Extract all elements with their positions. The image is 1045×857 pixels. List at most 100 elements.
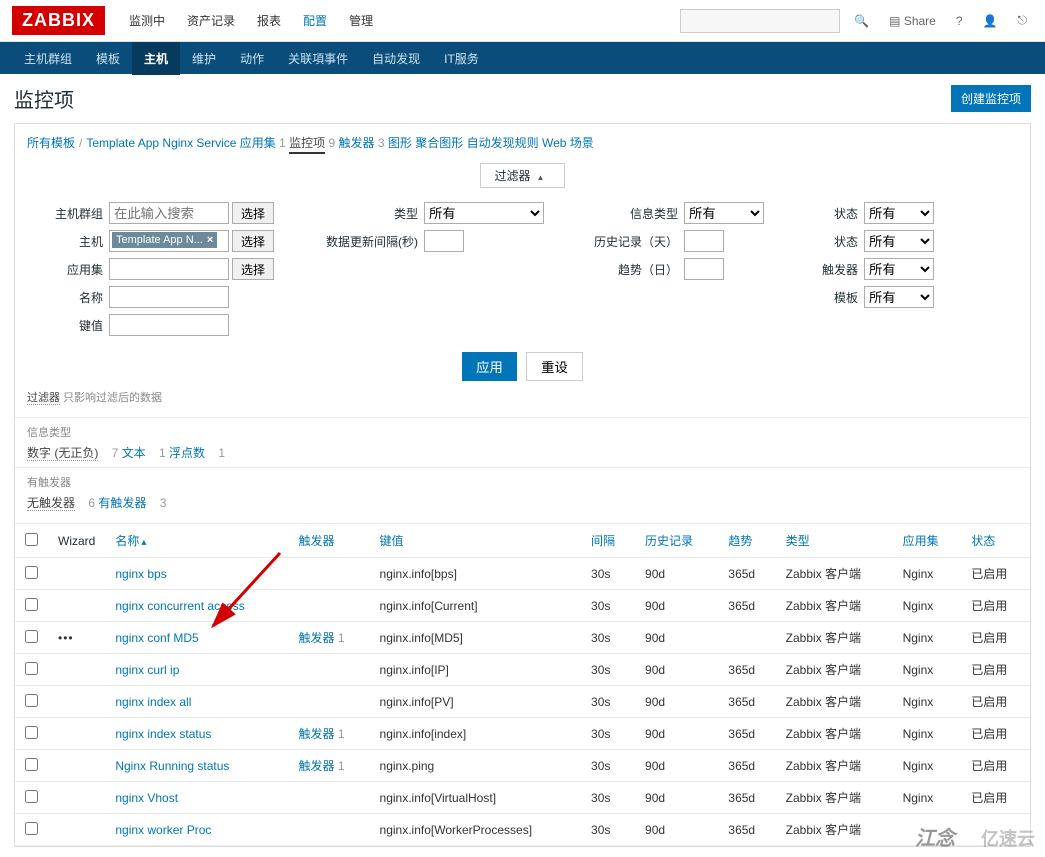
key-input[interactable] — [109, 314, 229, 336]
breadcrumb-6[interactable]: 聚合图形 — [415, 136, 463, 150]
row-select[interactable] — [25, 630, 38, 643]
interval-input[interactable] — [424, 230, 464, 252]
trigger-link[interactable]: 触发器 — [299, 727, 335, 741]
col-4[interactable]: 间隔 — [581, 524, 635, 558]
logout-icon[interactable]: ⎋ — [1012, 9, 1034, 32]
triggers-select[interactable]: 所有 — [864, 258, 934, 280]
col-9[interactable]: 状态 — [961, 524, 1030, 558]
topnav-4[interactable]: 管理 — [339, 6, 383, 35]
hostgroup-select[interactable]: 选择 — [232, 202, 274, 224]
subnav-3[interactable]: 维护 — [180, 42, 228, 75]
row-select[interactable] — [25, 790, 38, 803]
cell-appset: Nginx — [893, 782, 962, 814]
row-select[interactable] — [25, 694, 38, 707]
hostgroup-input[interactable] — [109, 202, 229, 224]
item-name-link[interactable]: nginx worker Proc — [105, 814, 288, 846]
host-tag-remove[interactable]: × — [207, 234, 213, 246]
status-link[interactable]: 已启用 — [961, 558, 1030, 590]
trend-input[interactable] — [684, 258, 724, 280]
appset-input[interactable] — [109, 258, 229, 280]
breadcrumb-7[interactable]: 自动发现规则 — [467, 136, 539, 150]
history-input[interactable] — [684, 230, 724, 252]
apply-button[interactable]: 应用 — [462, 352, 517, 381]
item-name-link[interactable]: Nginx Running status — [105, 750, 288, 782]
sub1items-link-0[interactable]: 数字 (无正负) — [27, 446, 98, 461]
reset-button[interactable]: 重设 — [526, 352, 583, 381]
trigger-link[interactable]: 触发器 — [299, 759, 335, 773]
col-3[interactable]: 键值 — [370, 524, 582, 558]
sub2items-link-1[interactable]: 有触发器 — [98, 496, 146, 510]
breadcrumb-3[interactable]: 监控项 — [289, 136, 325, 154]
item-name-link[interactable]: nginx index status — [105, 718, 288, 750]
subnav-7[interactable]: IT服务 — [432, 42, 491, 75]
breadcrumb-5[interactable]: 图形 — [388, 136, 412, 150]
name-input[interactable] — [109, 286, 229, 308]
breadcrumb-8[interactable]: Web 场景 — [542, 136, 594, 150]
subnav-5[interactable]: 关联項事件 — [276, 42, 360, 75]
page-title-row: 监控项 创建监控项 — [14, 84, 1031, 113]
topnav-1[interactable]: 资产记录 — [177, 6, 245, 35]
col-1[interactable]: 名称 — [105, 524, 288, 558]
topnav-2[interactable]: 报表 — [247, 6, 291, 35]
item-name-link[interactable]: nginx bps — [105, 558, 288, 590]
item-name-link[interactable]: nginx curl ip — [105, 654, 288, 686]
select-all[interactable] — [25, 533, 38, 546]
watermark-2: 亿速云 — [981, 825, 1035, 851]
filter-toggle[interactable]: 过滤器 — [15, 159, 1030, 196]
sub2items-link-0[interactable]: 无触发器 — [27, 496, 75, 511]
type-select[interactable]: 所有 — [424, 202, 544, 224]
infotype-select[interactable]: 所有 — [684, 202, 764, 224]
sub1items-link-2[interactable]: 浮点数 — [169, 446, 205, 460]
breadcrumb-1[interactable]: Template App Nginx Service — [86, 136, 236, 150]
row-select[interactable] — [25, 566, 38, 579]
status-select[interactable]: 所有 — [864, 230, 934, 252]
row-select[interactable] — [25, 662, 38, 675]
breadcrumb-4[interactable]: 触发器 — [339, 136, 375, 150]
row-select[interactable] — [25, 758, 38, 771]
appset-select[interactable]: 选择 — [232, 258, 274, 280]
host-select[interactable]: 选择 — [232, 230, 274, 252]
breadcrumb-0[interactable]: 所有模板 — [27, 136, 75, 150]
status-link[interactable]: 已启用 — [961, 590, 1030, 622]
state-select[interactable]: 所有 — [864, 202, 934, 224]
subnav-6[interactable]: 自动发现 — [360, 42, 432, 75]
sub1items-link-1[interactable]: 文本 — [122, 446, 146, 460]
template-select[interactable]: 所有 — [864, 286, 934, 308]
topnav-0[interactable]: 监测中 — [119, 6, 175, 35]
subnav-2[interactable]: 主机 — [132, 42, 180, 75]
wizard-cell[interactable]: ••• — [48, 622, 105, 654]
host-tag[interactable]: Template App N...× — [112, 232, 217, 248]
subnav-1[interactable]: 模板 — [84, 42, 132, 75]
col-7[interactable]: 类型 — [776, 524, 893, 558]
status-link[interactable]: 已启用 — [961, 654, 1030, 686]
status-link[interactable]: 已启用 — [961, 718, 1030, 750]
col-6[interactable]: 趋势 — [718, 524, 775, 558]
create-item-button[interactable]: 创建监控项 — [951, 85, 1031, 112]
col-5[interactable]: 历史记录 — [635, 524, 718, 558]
row-select[interactable] — [25, 822, 38, 835]
share-button[interactable]: ▤ Share — [883, 10, 942, 32]
subnav-4[interactable]: 动作 — [228, 42, 276, 75]
breadcrumb-2[interactable]: 应用集 — [240, 136, 276, 150]
search-input[interactable] — [680, 9, 840, 33]
topnav-3[interactable]: 配置 — [293, 6, 337, 35]
col-0[interactable]: Wizard — [48, 524, 105, 558]
col-8[interactable]: 应用集 — [893, 524, 962, 558]
col-2[interactable]: 触发器 — [289, 524, 370, 558]
status-link[interactable]: 已启用 — [961, 782, 1030, 814]
status-link[interactable]: 已启用 — [961, 750, 1030, 782]
filter-pill[interactable]: 过滤器 — [480, 163, 566, 188]
help-icon[interactable]: ? — [950, 10, 969, 32]
status-link[interactable]: 已启用 — [961, 686, 1030, 718]
user-icon[interactable]: 👤 — [977, 10, 1004, 32]
item-name-link[interactable]: nginx concurrent access — [105, 590, 288, 622]
row-select[interactable] — [25, 598, 38, 611]
subnav-0[interactable]: 主机群组 — [12, 42, 84, 75]
trigger-link[interactable]: 触发器 — [299, 631, 335, 645]
item-name-link[interactable]: nginx conf MD5 — [105, 622, 288, 654]
item-name-link[interactable]: nginx index all — [105, 686, 288, 718]
search-icon[interactable]: 🔍 — [848, 10, 875, 32]
row-select[interactable] — [25, 726, 38, 739]
item-name-link[interactable]: nginx Vhost — [105, 782, 288, 814]
status-link[interactable]: 已启用 — [961, 622, 1030, 654]
